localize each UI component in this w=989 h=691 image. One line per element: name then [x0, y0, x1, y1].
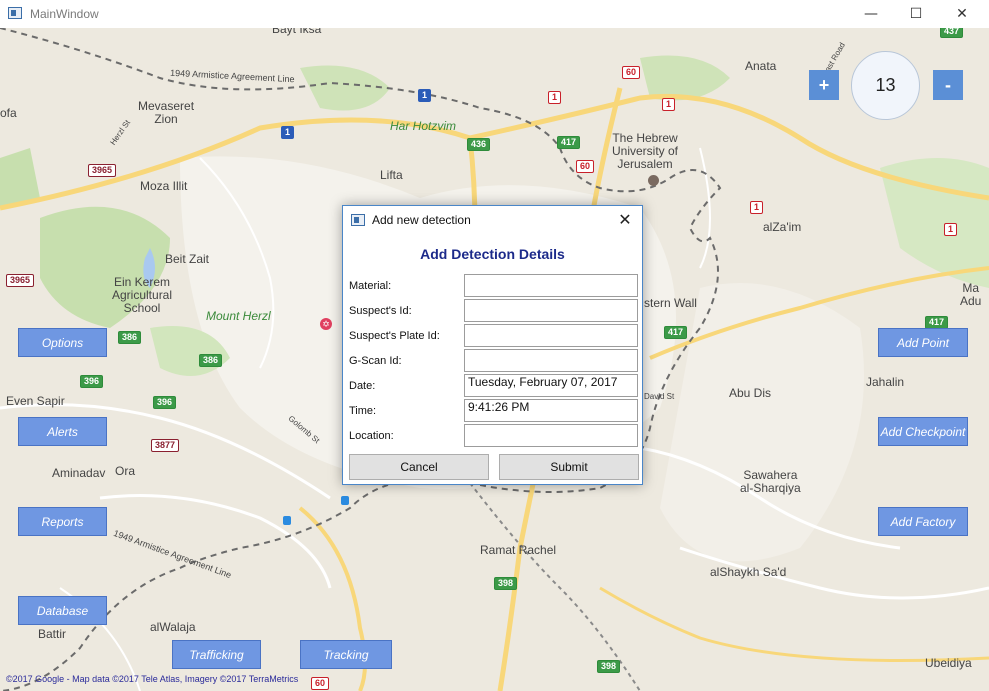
zoom-out-button[interactable]: - — [933, 70, 963, 100]
place-western-wall: stern Wall — [644, 296, 697, 310]
place-lifta: Lifta — [380, 168, 403, 182]
transit-marker-icon[interactable] — [341, 496, 349, 505]
material-label: Material: — [349, 280, 392, 292]
route-417-shield: 417 — [664, 326, 688, 339]
dialog-title: Add new detection — [372, 213, 471, 227]
dialog-close-button[interactable]: ✕ — [614, 210, 636, 230]
add-detection-dialog: Add new detection ✕ Add Detection Detail… — [342, 205, 643, 485]
tracking-button[interactable]: Tracking — [300, 640, 392, 669]
reports-button[interactable]: Reports — [18, 507, 107, 536]
dialog-heading: Add Detection Details — [420, 246, 565, 262]
time-label: Time: — [349, 405, 377, 417]
route-398-shield: 398 — [494, 577, 518, 590]
window-title-bar: MainWindow — ☐ ✕ — [0, 0, 989, 28]
place-ramat-rachel: Ramat Rachel — [480, 543, 557, 557]
suspect-id-label: Suspect's Id: — [349, 305, 412, 317]
route-60-shield: 60 — [576, 160, 595, 173]
app-window-icon — [8, 7, 22, 19]
place-alshaykh-sad: alShaykh Sa'd — [710, 565, 787, 579]
route-1-shield: 1 — [281, 126, 295, 139]
zoom-in-button[interactable]: + — [809, 70, 839, 100]
place-abu-dis: Abu Dis — [729, 386, 772, 400]
zoom-level-display: 13 — [851, 51, 920, 120]
place-even-sapir: Even Sapir — [6, 394, 65, 408]
university-marker-icon[interactable] — [648, 175, 659, 186]
place-ein-kerem: Ein Kerem Agricultural School — [112, 275, 173, 315]
location-input[interactable] — [464, 424, 638, 447]
maximize-button[interactable]: ☐ — [893, 0, 939, 28]
route-1-shield: 1 — [750, 201, 764, 214]
gscan-id-label: G-Scan Id: — [349, 355, 402, 367]
date-label: Date: — [349, 380, 376, 392]
route-1-shield: 1 — [548, 91, 562, 104]
place-moza-illit: Moza Illit — [140, 179, 188, 193]
dialog-window-icon — [351, 214, 365, 226]
add-factory-button[interactable]: Add Factory — [878, 507, 968, 536]
road-label-david: David St — [644, 392, 675, 401]
trafficking-button[interactable]: Trafficking — [172, 640, 261, 669]
place-aminadav: Aminadav — [52, 466, 106, 480]
route-1-shield: 1 — [418, 89, 432, 102]
time-input[interactable]: 9:41:26 PM — [464, 399, 638, 422]
material-input[interactable] — [464, 274, 638, 297]
suspect-plate-id-label: Suspect's Plate Id: — [349, 330, 440, 342]
place-battir: Battir — [38, 627, 67, 641]
route-396-shield: 396 — [153, 396, 177, 409]
place-mount-herzl: Mount Herzl — [206, 309, 271, 323]
route-386-shield: 386 — [118, 331, 142, 344]
suspect-id-input[interactable] — [464, 299, 638, 322]
place-ubeidiya: Ubeidiya — [925, 656, 972, 670]
add-checkpoint-button[interactable]: Add Checkpoint — [878, 417, 968, 446]
window-title: MainWindow — [30, 7, 99, 21]
route-436-shield: 436 — [467, 138, 491, 151]
place-ora: Ora — [115, 464, 136, 478]
place-alzaim: alZa'im — [763, 220, 802, 234]
route-386-shield: 386 — [199, 354, 223, 367]
place-anata: Anata — [745, 59, 777, 73]
route-437-shield: 437 — [940, 28, 964, 38]
route-3965-shield: 3965 — [6, 274, 35, 287]
suspect-plate-id-input[interactable] — [464, 324, 638, 347]
dialog-title-bar: Add new detection ✕ — [343, 206, 642, 234]
gscan-id-input[interactable] — [464, 349, 638, 372]
route-3877-shield: 3877 — [151, 439, 180, 452]
place-jahalin: Jahalin — [866, 375, 905, 389]
route-60-shield: 60 — [622, 66, 641, 79]
place-bayt-iksa: Bayt Iksa — [272, 28, 322, 36]
route-1-shield: 1 — [944, 223, 958, 236]
route-1-shield: 1 — [662, 98, 676, 111]
minimize-button[interactable]: — — [848, 0, 894, 28]
location-label: Location: — [349, 430, 394, 442]
options-button[interactable]: Options — [18, 328, 107, 357]
place-har-hotzvim: Har Hotzvim — [390, 119, 457, 133]
submit-button[interactable]: Submit — [499, 454, 639, 480]
database-button[interactable]: Database — [18, 596, 107, 625]
place-mevaseret-zion: Mevaseret Zion — [138, 99, 195, 126]
alerts-button[interactable]: Alerts — [18, 417, 107, 446]
route-396-shield: 396 — [80, 375, 104, 388]
route-60-shield: 60 — [311, 677, 330, 690]
route-417-shield: 417 — [557, 136, 581, 149]
place-hebrew-university: The Hebrew University of Jerusalem — [612, 131, 679, 171]
place-ofa: ofa — [0, 106, 17, 120]
date-input[interactable]: Tuesday, February 07, 2017 — [464, 374, 638, 397]
route-3965-shield: 3965 — [88, 164, 117, 177]
map-copyright: ©2017 Google - Map data ©2017 Tele Atlas… — [6, 674, 299, 684]
synagogue-marker-icon[interactable]: ✡ — [320, 318, 332, 330]
place-alwalaja: alWalaja — [150, 620, 196, 634]
transit-marker-icon[interactable] — [283, 516, 291, 525]
place-ma: Ma Adu — [960, 281, 982, 308]
close-button[interactable]: ✕ — [939, 0, 985, 28]
route-398-shield: 398 — [597, 660, 621, 673]
add-point-button[interactable]: Add Point — [878, 328, 968, 357]
place-beit-zait: Beit Zait — [165, 252, 210, 266]
place-sawahera: Sawahera al-Sharqiya — [740, 468, 801, 495]
cancel-button[interactable]: Cancel — [349, 454, 489, 480]
